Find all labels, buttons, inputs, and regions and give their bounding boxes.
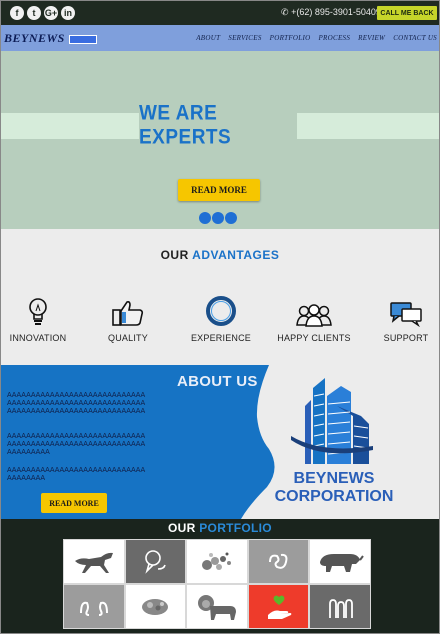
advantage-label: INNOVATION — [9, 333, 67, 343]
nav-item-about[interactable]: ABOUT — [196, 34, 220, 42]
horse-icon — [74, 552, 113, 573]
group-icon — [274, 293, 354, 327]
portfolio-item-brain[interactable] — [124, 584, 187, 629]
portfolio-heading: OUR PORTFOLIO — [1, 521, 439, 535]
site-logo[interactable]: BEYNEWS — [4, 31, 65, 46]
advantage-label: QUALITY — [108, 333, 148, 343]
about-heading: ABOUT US — [177, 373, 258, 390]
advantage-label: SUPPORT — [383, 333, 429, 343]
hero-title: WE ARE EXPERTS — [139, 101, 232, 150]
about-paragraph-1: AAAAAAAAAAAAAAAAAAAAAAAAAAAAAAAAAAAAAAAA… — [7, 392, 146, 415]
advantage-quality: QUALITY — [88, 293, 168, 343]
portfolio-item-hands[interactable] — [63, 584, 125, 629]
hero-title-box: WE ARE EXPERTS — [139, 102, 297, 149]
lightbulb-icon — [1, 293, 78, 327]
hands-icon — [79, 601, 108, 616]
speech-bubbles-icon — [145, 549, 167, 574]
portfolio-heading-part2: PORTFOLIO — [199, 521, 272, 535]
advantages-heading: OUR ADVANTAGES — [1, 248, 439, 262]
ornament-icon — [268, 553, 288, 569]
slider-dots — [199, 212, 237, 224]
slider-dot-1[interactable] — [199, 212, 211, 224]
twitter-icon[interactable]: t — [27, 6, 41, 20]
portfolio-item-pillars[interactable] — [309, 584, 371, 629]
portfolio-grid — [63, 539, 371, 629]
advantage-experience: EXPERIENCE — [181, 293, 261, 343]
phone-icon: ✆ — [281, 7, 289, 17]
phone-number: ✆ +(62) 895-3901-50409 — [281, 7, 381, 17]
thumbs-up-icon — [88, 293, 168, 327]
social-links: f t G+ in — [10, 6, 75, 20]
ring-icon — [181, 293, 261, 327]
lion-icon — [197, 594, 236, 620]
advantage-label: HAPPY CLIENTS — [277, 333, 351, 343]
main-nav: BEYNEWS ABOUT SERVICES PORTFOLIO PROCESS… — [1, 25, 439, 51]
linkedin-icon[interactable]: in — [61, 6, 75, 20]
portfolio-heading-part1: OUR — [168, 521, 196, 535]
dots-cloud-icon — [201, 552, 231, 570]
logo-bar-icon — [69, 35, 97, 44]
building-logo-icon — [291, 378, 373, 464]
portfolio-item-speech[interactable] — [124, 539, 187, 584]
brain-icon — [142, 598, 169, 615]
portfolio-item-dots[interactable] — [186, 539, 248, 584]
portfolio-item-hand-heart[interactable] — [247, 584, 310, 629]
nav-item-review[interactable]: REVIEW — [358, 34, 385, 42]
slider-dot-3[interactable] — [225, 212, 237, 224]
portfolio-item-ornament[interactable] — [247, 539, 310, 584]
top-bar: f t G+ in ✆ +(62) 895-3901-50409 CALL ME… — [1, 1, 439, 25]
page-frame: f t G+ in ✆ +(62) 895-3901-50409 CALL ME… — [0, 0, 440, 634]
corporation-line-1: BEYNEWS — [293, 470, 375, 487]
advantages-heading-part2: ADVANTAGES — [192, 248, 280, 262]
facebook-icon[interactable]: f — [10, 6, 24, 20]
portfolio-item-lion[interactable] — [186, 584, 248, 629]
nav-item-portfolio[interactable]: PORTFOLIO — [270, 34, 311, 42]
google-plus-icon[interactable]: G+ — [44, 6, 58, 20]
about-paragraph-2: AAAAAAAAAAAAAAAAAAAAAAAAAAAAAAAAAAAAAAAA… — [7, 433, 146, 456]
portfolio-item-rhino[interactable] — [309, 539, 371, 584]
nav-item-contact-us[interactable]: CONTACT US — [393, 34, 437, 42]
pillars-icon — [329, 598, 354, 618]
nav-item-process[interactable]: PROCESS — [318, 34, 350, 42]
advantages-heading-part1: OUR — [160, 248, 189, 262]
hand-heart-icon — [267, 595, 291, 619]
portfolio-item-horse[interactable] — [63, 539, 125, 584]
call-me-back-button[interactable]: CALL ME BACK — [377, 6, 437, 20]
advantage-label: EXPERIENCE — [190, 333, 252, 343]
about-read-more-button[interactable]: READ MORE — [41, 493, 107, 513]
advantage-innovation: INNOVATION — [1, 293, 78, 343]
nav-menu: ABOUT SERVICES PORTFOLIO PROCESS REVIEW … — [196, 34, 437, 42]
nav-item-services[interactable]: SERVICES — [228, 34, 261, 42]
slider-dot-2[interactable] — [212, 212, 224, 224]
hero-read-more-button[interactable]: READ MORE — [178, 179, 260, 201]
corporation-logo-text: BEYNEWS CORPORATION — [269, 470, 399, 506]
chat-icon — [366, 293, 439, 327]
about-paragraph-3: AAAAAAAAAAAAAAAAAAAAAAAAAAAAAAAAAAAAA — [7, 467, 146, 482]
corporation-line-2: CORPORATION — [274, 488, 394, 505]
advantage-support: SUPPORT — [366, 293, 439, 343]
hero-slider: WE ARE EXPERTS READ MORE — [1, 51, 439, 229]
rhino-icon — [320, 553, 364, 572]
advantage-happy-clients: HAPPY CLIENTS — [274, 293, 354, 343]
